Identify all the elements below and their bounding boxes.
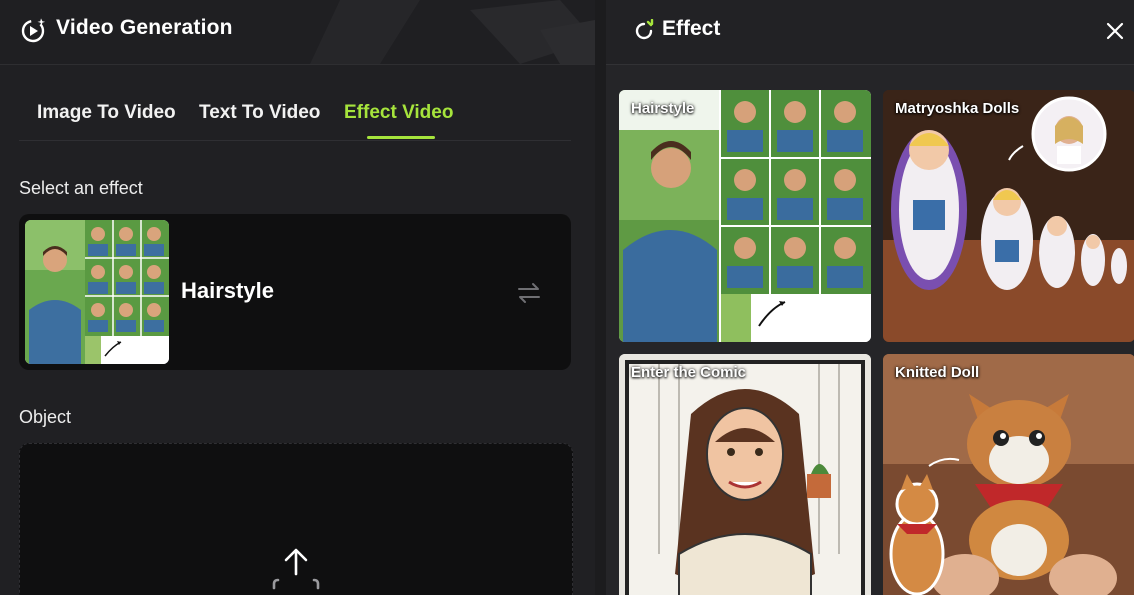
effect-panel-title: Effect — [662, 17, 721, 40]
select-effect-label: Select an effect — [19, 178, 143, 198]
hairstyle-preview-image — [619, 90, 871, 342]
page-title: Video Generation — [56, 16, 233, 39]
comic-preview-image — [619, 354, 871, 595]
close-icon[interactable] — [1104, 20, 1126, 42]
selected-effect-thumbnail — [25, 220, 169, 364]
effect-card-label: Hairstyle — [631, 100, 695, 117]
effect-card-hairstyle[interactable]: Hairstyle — [619, 90, 871, 342]
panel-header: Video Generation — [0, 0, 595, 65]
effect-card-label: Matryoshka Dolls — [895, 100, 1020, 117]
effect-picker-panel: Effect Hairstyle Matryoshka Dolls Enter … — [606, 0, 1134, 595]
object-label: Object — [19, 407, 72, 427]
tab-effect-video[interactable]: Effect Video — [344, 102, 453, 124]
effect-picker-header: Effect — [606, 0, 1134, 65]
tab-image-to-video[interactable]: Image To Video — [37, 102, 176, 124]
knitted-doll-preview-image — [883, 354, 1134, 595]
video-generation-icon — [21, 18, 46, 43]
object-upload-area[interactable] — [19, 443, 573, 595]
effect-refresh-icon — [635, 19, 654, 40]
effect-card-label: Enter the Comic — [631, 364, 747, 381]
tab-text-to-video[interactable]: Text To Video — [199, 102, 320, 124]
swap-arrows-icon[interactable] — [516, 282, 542, 304]
effect-card-matryoshka-dolls[interactable]: Matryoshka Dolls — [883, 90, 1134, 342]
video-generation-panel: Video Generation Image To Video Text To … — [0, 0, 595, 595]
matryoshka-preview-image — [883, 90, 1134, 342]
active-tab-indicator — [367, 136, 435, 139]
effect-card-knitted-doll[interactable]: Knitted Doll — [883, 354, 1134, 595]
upload-arrow-icon — [272, 548, 320, 590]
selected-effect-name: Hairstyle — [181, 278, 274, 303]
effect-card-label: Knitted Doll — [895, 364, 980, 381]
mode-tabs: Image To Video Text To Video Effect Vide… — [19, 96, 571, 141]
effect-card-enter-the-comic[interactable]: Enter the Comic — [619, 354, 871, 595]
selected-effect-card[interactable]: Hairstyle — [19, 214, 571, 370]
